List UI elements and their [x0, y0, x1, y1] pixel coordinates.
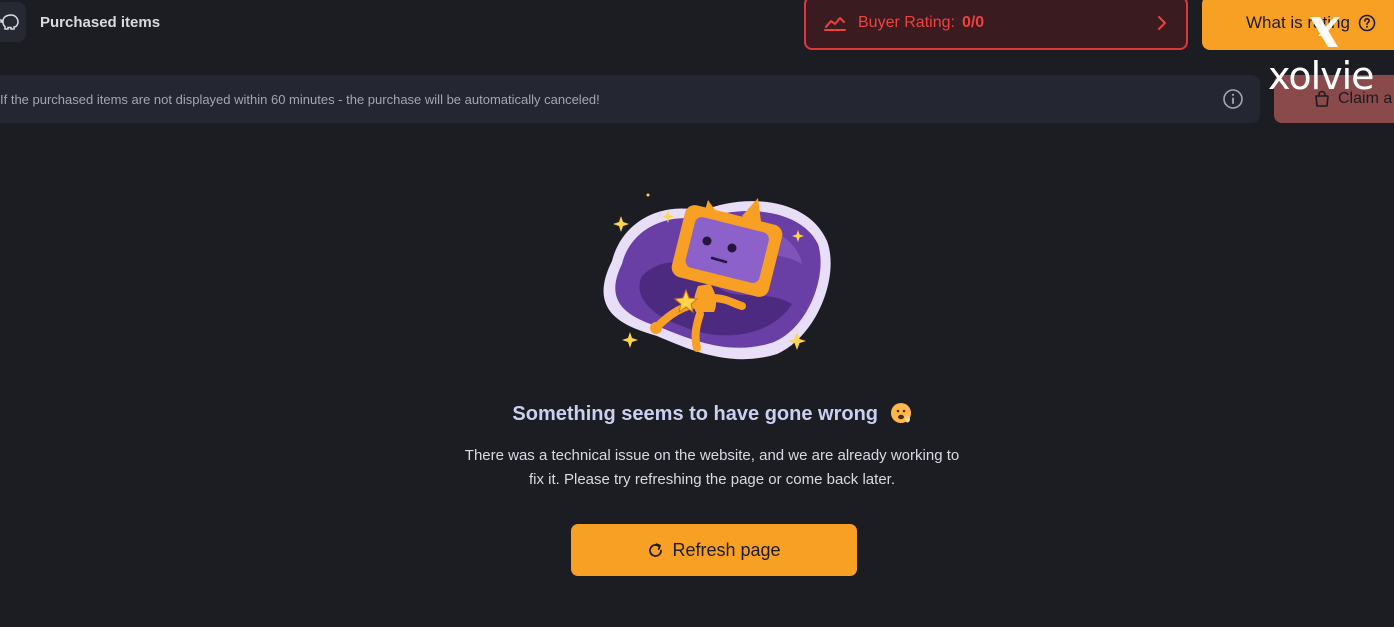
purchased-items-page: Purchased items Buyer Rating: 0/0 What i…	[0, 0, 1394, 627]
trend-chart-icon	[824, 14, 846, 32]
watermark-x-logo	[1304, 14, 1344, 55]
notice-bar: If the purchased items are not displayed…	[0, 75, 1260, 123]
page-title: Purchased items	[40, 14, 161, 31]
help-circle-icon	[1358, 14, 1376, 32]
robot-cat-illustration	[582, 186, 838, 371]
buyer-rating-value: 0/0	[961, 14, 985, 31]
refresh-page-label: Refresh page	[672, 539, 781, 560]
worried-face-emoji-icon	[890, 402, 912, 430]
watermark-logo: xolvie	[1268, 54, 1375, 98]
error-description: There was a technical issue on the websi…	[464, 447, 960, 488]
error-title-text: Something seems to have gone wrong	[512, 403, 879, 425]
piggy-bank-icon	[0, 2, 26, 42]
chevron-right-icon	[1156, 15, 1168, 31]
buyer-rating-button[interactable]: Buyer Rating: 0/0	[804, 0, 1188, 50]
buyer-rating-label: Buyer Rating:	[858, 14, 955, 31]
error-title: Something seems to have gone wrong	[0, 402, 1394, 430]
what-is-rating-button[interactable]: What is rating	[1202, 0, 1394, 50]
refresh-icon	[647, 542, 664, 559]
notice-text: If the purchased items are not displayed…	[0, 91, 600, 107]
info-icon[interactable]	[1222, 88, 1244, 110]
refresh-page-button[interactable]: Refresh page	[571, 524, 857, 576]
